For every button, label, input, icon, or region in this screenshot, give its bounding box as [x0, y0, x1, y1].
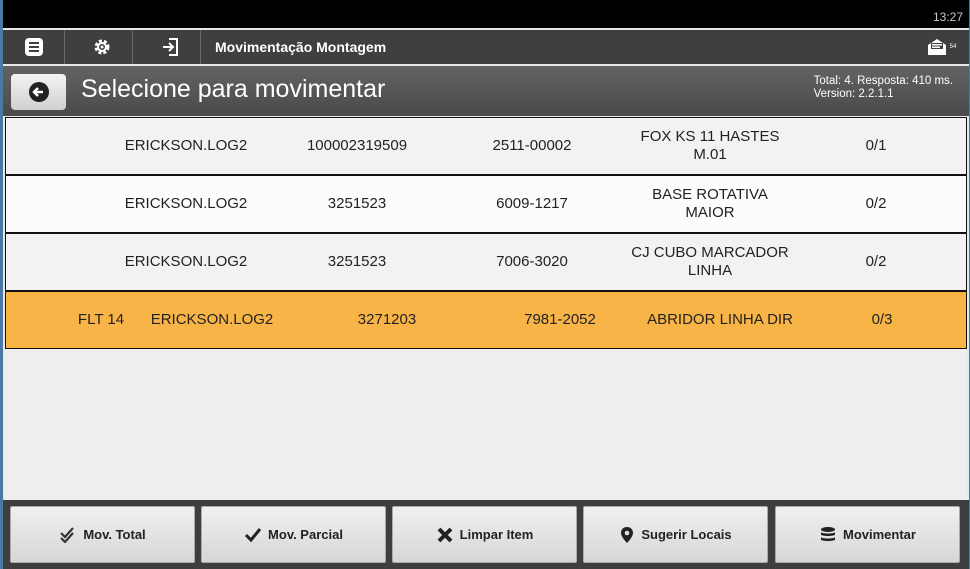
database-icon: [821, 526, 836, 541]
meta-version: Version: 2.2.1.1: [813, 88, 894, 100]
item-ref: 7981-2052: [524, 311, 596, 328]
list-item[interactable]: ERICKSON.LOG2 3251523 6009-1217 BASE ROT…: [5, 175, 967, 233]
item-ref: 2511-00002: [492, 137, 572, 154]
item-code: 3251523: [327, 195, 387, 212]
item-desc-line1: CJ CUBO MARCADOR: [631, 244, 789, 261]
item-description: FOX KS 11 HASTES M.01: [610, 128, 810, 164]
item-user: ERICKSON.LOG2: [124, 137, 248, 154]
movimentar-button[interactable]: Movimentar: [775, 506, 960, 563]
double-check-icon: [60, 526, 75, 543]
login-button[interactable]: [139, 30, 201, 64]
sugerir-locais-button[interactable]: Sugerir Locais: [583, 506, 768, 563]
movimentar-label: Movimentar: [843, 527, 916, 542]
gear-icon: [94, 39, 109, 55]
item-flt: FLT 14: [77, 311, 125, 328]
item-quantity: 0/2: [865, 253, 887, 270]
item-list: ERICKSON.LOG2 100002319509 2511-00002 FO…: [5, 117, 967, 500]
clock: 13:27: [932, 10, 963, 24]
item-code: 3271203: [357, 311, 417, 328]
menu-button[interactable]: [3, 30, 65, 64]
status-bar: 13:27: [3, 0, 969, 28]
login-icon: [162, 38, 178, 56]
page-title: Selecione para movimentar: [81, 75, 386, 103]
item-user: ERICKSON.LOG2: [150, 311, 274, 328]
mov-total-button[interactable]: Mov. Total: [10, 506, 195, 563]
item-quantity: 0/2: [865, 195, 887, 212]
app-frame: 13:27 Movimentação Montagem 54 Selecione…: [3, 0, 969, 569]
action-bar: Mov. Total Mov. Parcial Limpar Item Suge…: [3, 500, 969, 569]
back-arrow-icon: [28, 82, 49, 102]
menu-icon: [24, 38, 43, 56]
mov-parcial-label: Mov. Parcial: [268, 527, 343, 542]
item-quantity: 0/1: [865, 137, 887, 154]
item-desc-line2: LINHA: [687, 262, 733, 279]
limpar-item-label: Limpar Item: [459, 527, 534, 542]
item-desc-line2: M.01: [693, 146, 727, 163]
envelope-icon: [927, 39, 946, 55]
item-ref: 6009-1217: [496, 195, 568, 212]
back-button[interactable]: [11, 74, 66, 110]
title-bar: Selecione para movimentar Total: 4. Resp…: [3, 66, 969, 116]
response-meta: Total: 4. Resposta: 410 ms. Version: 2.2…: [814, 75, 953, 101]
sugerir-locais-label: Sugerir Locais: [641, 527, 732, 542]
mov-parcial-button[interactable]: Mov. Parcial: [201, 506, 386, 563]
item-code: 3251523: [327, 253, 387, 270]
item-user: ERICKSON.LOG2: [124, 253, 248, 270]
item-quantity: 0/3: [871, 311, 893, 328]
messages-button[interactable]: 54: [913, 30, 969, 64]
settings-button[interactable]: [71, 30, 133, 64]
limpar-item-button[interactable]: Limpar Item: [392, 506, 577, 563]
message-count-badge: 54: [949, 44, 957, 50]
item-ref: 7006-3020: [496, 253, 568, 270]
item-description: ABRIDOR LINHA DIR: [647, 311, 793, 328]
app-title: Movimentação Montagem: [215, 39, 387, 55]
item-description: BASE ROTATIVA MAIOR: [610, 186, 810, 222]
check-icon: [244, 527, 262, 542]
list-item-selected[interactable]: FLT 14 ERICKSON.LOG2 3271203 7981-2052 A…: [5, 291, 967, 349]
item-description: CJ CUBO MARCADOR LINHA: [610, 244, 810, 280]
item-desc-line1: BASE ROTATIVA: [652, 186, 768, 203]
item-code: 100002319509: [306, 137, 408, 154]
mov-total-label: Mov. Total: [83, 527, 146, 542]
item-desc-line1: FOX KS 11 HASTES: [640, 128, 780, 145]
list-item[interactable]: ERICKSON.LOG2 100002319509 2511-00002 FO…: [5, 117, 967, 175]
map-pin-icon: [621, 526, 634, 543]
item-desc-line2: MAIOR: [685, 204, 735, 221]
top-bar: Movimentação Montagem 54: [3, 30, 969, 64]
item-user: ERICKSON.LOG2: [124, 195, 248, 212]
list-item[interactable]: ERICKSON.LOG2 3251523 7006-3020 CJ CUBO …: [5, 233, 967, 291]
meta-total: Total: 4. Resposta: 410 ms.: [813, 75, 953, 87]
close-icon: [437, 527, 453, 542]
